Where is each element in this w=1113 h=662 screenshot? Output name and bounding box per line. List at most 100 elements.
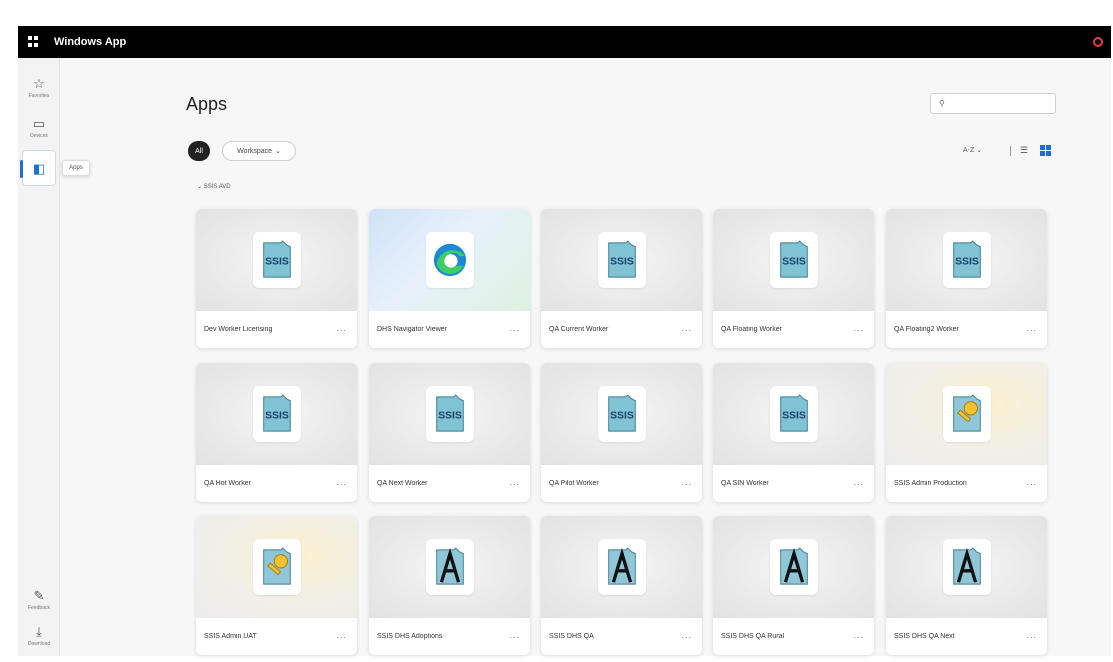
app-card[interactable]: SSIS Admin Production... <box>886 363 1047 502</box>
app-thumbnail <box>541 363 702 465</box>
key-icon <box>252 539 301 595</box>
sidebar-item-label: Devices <box>30 133 48 139</box>
a-icon <box>425 539 474 595</box>
sidebar-item-feedback[interactable]: ✎ Feedback <box>22 582 56 618</box>
sidebar-item-favorites[interactable]: ☆ Favorites <box>22 70 56 106</box>
sidebar-item-devices[interactable]: ▭ Devices <box>22 110 56 146</box>
app-thumbnail <box>196 209 357 311</box>
app-card[interactable]: QA Floating Worker... <box>713 209 874 348</box>
apps-icon: ◧ <box>32 160 46 176</box>
app-card[interactable]: SSIS DHS QA Next... <box>886 516 1047 655</box>
app-thumbnail <box>369 209 530 311</box>
edge-icon <box>425 232 474 288</box>
download-icon: ⤓ <box>36 624 42 639</box>
more-options-button[interactable]: ... <box>336 323 347 333</box>
app-card[interactable]: SSIS DHS QA Rural... <box>713 516 874 655</box>
search-input[interactable] <box>948 99 1049 108</box>
app-card-label: DHS Navigator Viewer <box>377 326 447 333</box>
more-options-button[interactable]: ... <box>509 630 520 640</box>
chevron-down-icon: ⌄ <box>275 148 281 155</box>
app-card[interactable]: DHS Navigator Viewer... <box>369 209 530 348</box>
chevron-down-icon: ⌄ <box>976 147 983 154</box>
ssis-icon <box>597 386 646 442</box>
apps-tooltip: Apps <box>62 160 90 176</box>
sidebar-item-label: Favorites <box>28 93 50 99</box>
sort-dropdown[interactable]: A-Z ⌄ <box>963 146 982 154</box>
app-thumbnail <box>369 516 530 618</box>
app-card-label: SSIS DHS QA Rural <box>721 633 785 640</box>
more-options-button[interactable]: ... <box>509 323 520 333</box>
app-card[interactable]: QA Floating2 Worker... <box>886 209 1047 348</box>
ssis-icon <box>769 232 818 288</box>
divider <box>1010 146 1011 156</box>
app-card-label: QA Pilot Worker <box>549 480 599 487</box>
ssis-icon <box>597 232 646 288</box>
ssis-icon <box>769 386 818 442</box>
sidebar-item-download[interactable]: ⤓ Download <box>22 618 56 654</box>
app-thumbnail <box>196 516 357 618</box>
app-card-label: SSIS DHS QA Next <box>894 633 955 640</box>
app-card[interactable]: SSIS Admin UAT... <box>196 516 357 655</box>
app-card-label: QA Floating2 Worker <box>894 326 959 333</box>
title-bar: Windows App <box>18 26 1111 58</box>
more-options-button[interactable]: ... <box>681 630 692 640</box>
app-card[interactable]: QA Current Worker... <box>541 209 702 348</box>
more-options-button[interactable]: ... <box>681 477 692 487</box>
app-card-label: QA SIN Worker <box>721 480 769 487</box>
app-card[interactable]: QA Next Worker... <box>369 363 530 502</box>
app-thumbnail <box>713 209 874 311</box>
app-card-label: SSIS Admin UAT <box>204 633 257 640</box>
app-card[interactable]: Dev Worker Licensing... <box>196 209 357 348</box>
key-icon <box>942 386 991 442</box>
star-icon: ☆ <box>33 76 45 91</box>
app-card[interactable]: QA Pilot Worker... <box>541 363 702 502</box>
app-card-label: QA Floating Worker <box>721 326 782 333</box>
app-card[interactable]: SSIS DHS Adoptions... <box>369 516 530 655</box>
more-options-button[interactable]: ... <box>1026 323 1037 333</box>
more-options-button[interactable]: ... <box>681 323 692 333</box>
group-label: SSIS AVD <box>203 184 231 190</box>
app-thumbnail <box>541 209 702 311</box>
sidebar-item-label: Feedback <box>28 605 50 611</box>
app-card[interactable]: SSIS DHS QA... <box>541 516 702 655</box>
app-card[interactable]: QA SIN Worker... <box>713 363 874 502</box>
more-options-button[interactable]: ... <box>853 630 864 640</box>
ssis-icon <box>252 232 301 288</box>
sidebar-item-apps[interactable]: ◧ <box>20 150 56 186</box>
more-options-button[interactable]: ... <box>336 630 347 640</box>
sort-label: A-Z <box>963 147 975 154</box>
app-card-label: SSIS DHS QA <box>549 633 594 640</box>
search-icon: ⚲ <box>939 99 945 108</box>
app-card-label: Dev Worker Licensing <box>204 326 273 333</box>
feedback-icon: ✎ <box>33 588 45 603</box>
window-title: Windows App <box>54 36 127 48</box>
filter-workspace-label: Workspace <box>237 147 272 155</box>
app-card-label: SSIS DHS Adoptions <box>377 633 443 640</box>
list-view-icon[interactable]: ☰ <box>1020 145 1028 156</box>
app-thumbnail <box>369 363 530 465</box>
app-thumbnail <box>886 363 1047 465</box>
app-card-label: QA Next Worker <box>377 480 428 487</box>
group-header[interactable]: ⌄ SSIS AVD <box>197 183 231 190</box>
tile-view-icon[interactable] <box>1040 145 1051 156</box>
sidebar-item-label: Download <box>27 641 51 647</box>
filter-workspace-dropdown[interactable]: Workspace ⌄ <box>222 141 296 161</box>
app-card-label: QA Hot Worker <box>204 480 251 487</box>
sidebar: ☆ Favorites ▭ Devices ◧ ✎ Feedback ⤓ Dow… <box>18 58 60 656</box>
more-options-button[interactable]: ... <box>1026 477 1037 487</box>
page-title: Apps <box>186 94 228 114</box>
more-options-button[interactable]: ... <box>336 477 347 487</box>
app-thumbnail <box>196 363 357 465</box>
filter-all-button[interactable]: All <box>188 141 210 161</box>
app-grid-icon[interactable] <box>28 36 40 48</box>
more-options-button[interactable]: ... <box>853 477 864 487</box>
app-card[interactable]: QA Hot Worker... <box>196 363 357 502</box>
search-box[interactable]: ⚲ <box>930 93 1056 114</box>
app-thumbnail <box>713 363 874 465</box>
more-options-button[interactable]: ... <box>853 323 864 333</box>
notification-icon[interactable] <box>1093 37 1103 47</box>
more-options-button[interactable]: ... <box>509 477 520 487</box>
more-options-button[interactable]: ... <box>1026 630 1037 640</box>
a-icon <box>942 539 991 595</box>
ssis-icon <box>425 386 474 442</box>
